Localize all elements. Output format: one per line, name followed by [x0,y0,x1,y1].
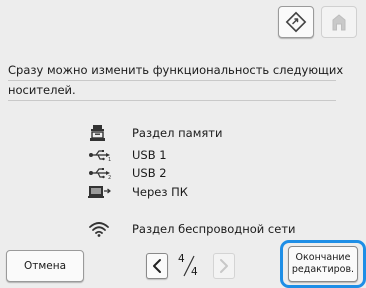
list-item-machine-memory: Раздел памяти [88,123,222,143]
media-label: USB 1 [132,148,167,162]
next-page-button[interactable] [213,253,235,279]
page-indicator: 4 4 [170,250,210,280]
media-label: USB 2 [132,166,167,180]
finish-editing-button[interactable]: Окончание редактиров. [288,246,358,282]
top-toolbar [0,0,366,40]
home-icon [332,14,346,31]
cancel-button-label: Отмена [23,260,67,272]
message-line-2: носителей. [8,81,336,101]
finish-editing-label-line-2: редактиров. [291,264,355,275]
machine-memory-icon [88,124,118,142]
usb-icon: 2 [88,164,118,182]
bottom-bar: Отмена 4 4 Окончание редактиров. [0,240,366,288]
list-item-wireless: Раздел беспроводной сети [88,219,296,239]
chevron-left-icon [153,259,161,273]
finish-editing-label-line-1: Окончание [295,252,351,263]
svg-text:2: 2 [108,175,111,180]
list-item-usb-2: 2 USB 2 [88,163,167,183]
media-label: Раздел памяти [132,126,223,140]
page-total: 4 [191,266,198,278]
svg-text:1: 1 [108,157,111,162]
usb-icon: 1 [88,146,118,164]
pc-icon [88,183,118,201]
media-label: Через ПК [132,185,188,199]
reset-diamond-icon [285,11,307,33]
message-line-1: Сразу можно изменить функциональность сл… [8,61,343,81]
list-item-usb-1: 1 USB 1 [88,145,167,165]
home-button[interactable] [321,6,357,38]
list-item-pc: Через ПК [88,182,188,202]
reset-button[interactable] [278,6,314,38]
cancel-button[interactable]: Отмена [6,250,84,282]
media-label: Раздел беспроводной сети [132,222,296,236]
chevron-right-icon [220,259,228,273]
info-message: Сразу можно изменить функциональность сл… [8,61,343,101]
previous-page-button[interactable] [146,253,168,279]
settings-screen: Сразу можно изменить функциональность сл… [0,0,366,288]
wireless-icon [88,220,118,238]
